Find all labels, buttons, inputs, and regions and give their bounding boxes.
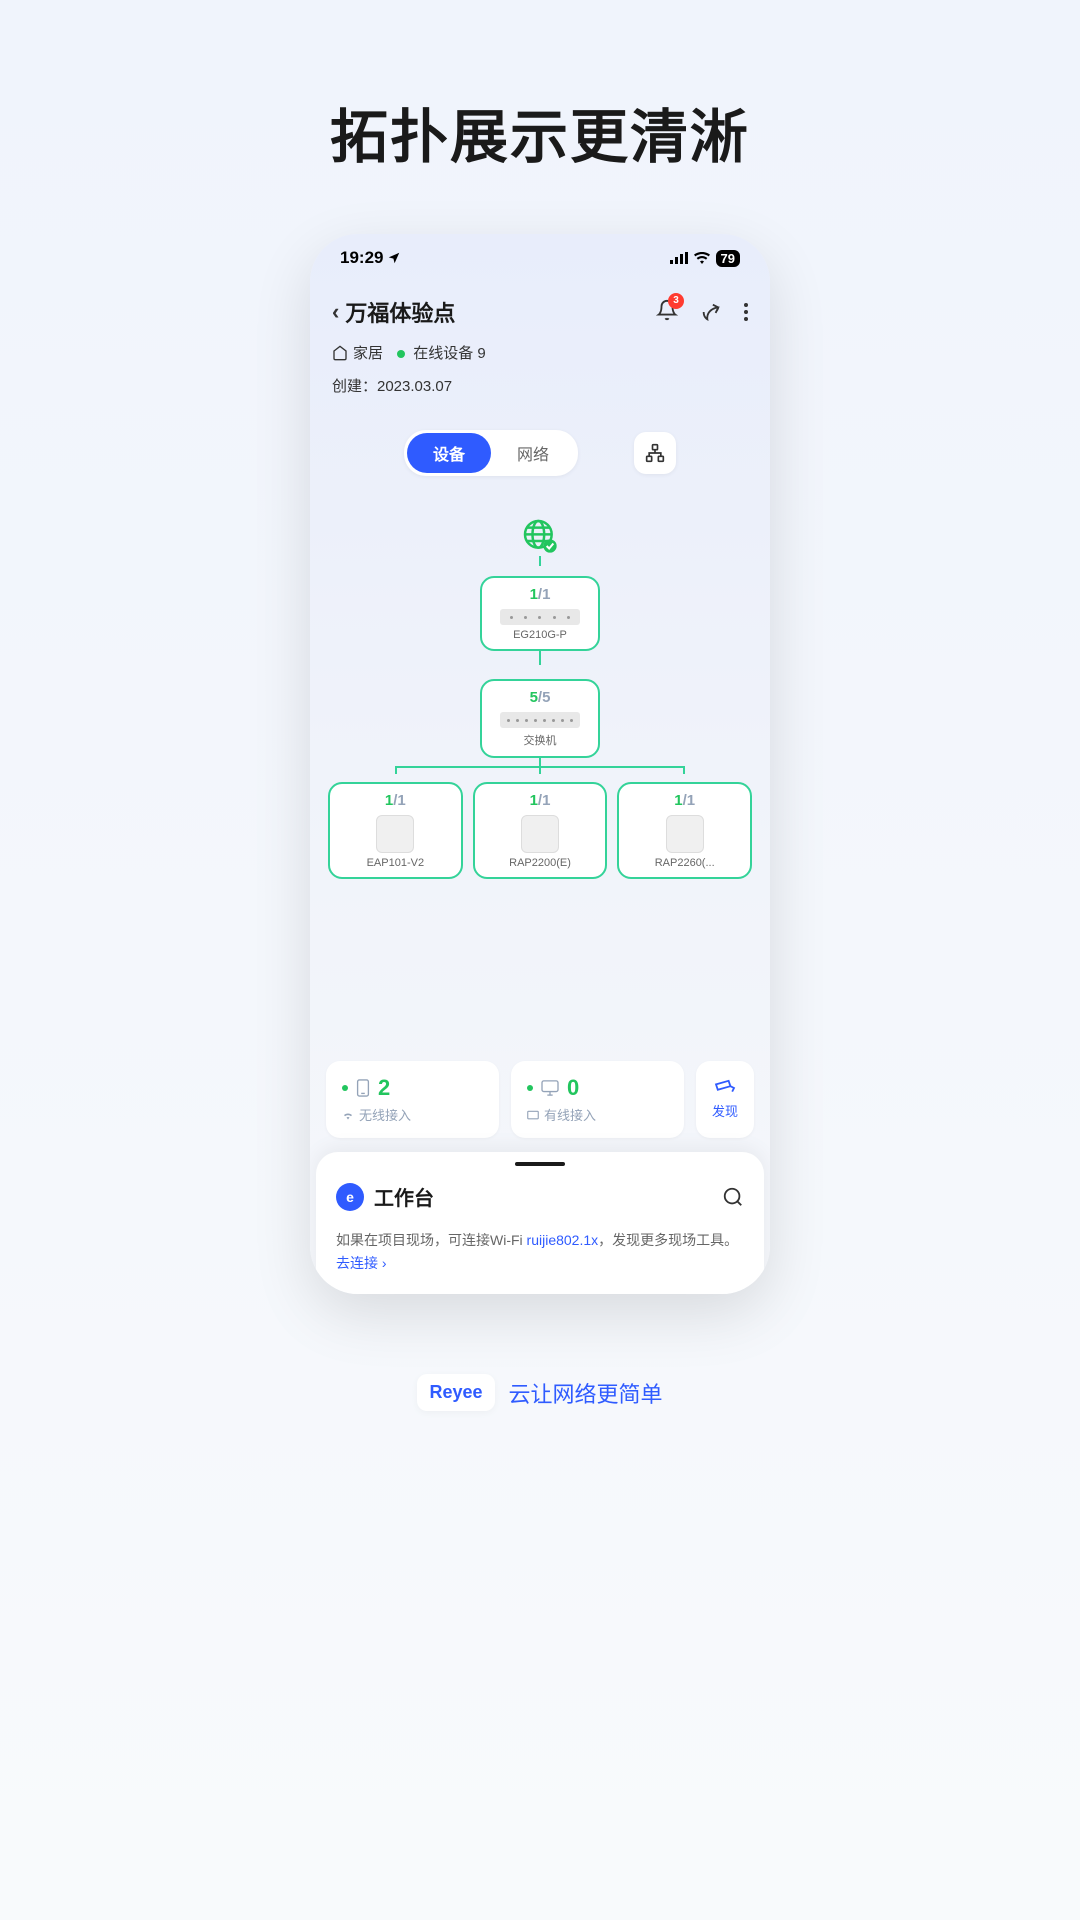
ap0-device-icon: [376, 815, 414, 853]
tip-wifi: ruijie802.1x: [527, 1232, 599, 1248]
switch-label: 交换机: [488, 732, 592, 748]
share-icon[interactable]: [700, 301, 722, 323]
switch-device-icon: [500, 712, 580, 728]
topology-view-button[interactable]: [634, 432, 676, 474]
ap1-total: /1: [538, 792, 551, 809]
connect-link[interactable]: 去连接 ›: [336, 1255, 387, 1271]
tip-suffix: ，发现更多现场工具。: [598, 1232, 738, 1248]
internet-icon: [520, 516, 560, 556]
notification-button[interactable]: 3: [656, 299, 678, 326]
category-label: 家居: [353, 342, 383, 363]
more-button[interactable]: [744, 303, 748, 321]
switch-node[interactable]: 5/5 交换机: [480, 679, 600, 758]
search-icon[interactable]: [722, 1186, 744, 1208]
online-devices-label: 在线设备 9: [413, 345, 486, 362]
switch-online: 5: [530, 689, 538, 706]
ap-node-1[interactable]: 1/1 RAP2200(E): [473, 782, 608, 879]
topology-icon: [645, 443, 665, 463]
tab-network[interactable]: 网络: [491, 433, 575, 473]
gateway-node[interactable]: 1/1 EG210G-P: [480, 576, 600, 651]
header-title: 万福体验点: [345, 296, 455, 328]
bottom-sheet[interactable]: e 工作台 如果在项目现场，可连接Wi-Fi ruijie802.1x，发现更多…: [316, 1152, 764, 1294]
phone-frame: 19:29 79 ‹ 万福体验点 3: [310, 234, 770, 1294]
wireless-stat-card[interactable]: 2 无线接入: [326, 1061, 499, 1138]
chevron-left-icon: ‹: [332, 299, 339, 325]
phone-icon: [356, 1079, 370, 1097]
wired-stat-card[interactable]: 0 有线接入: [511, 1061, 684, 1138]
sheet-handle[interactable]: [515, 1162, 565, 1166]
ap0-online: 1: [385, 792, 393, 809]
status-time: 19:29: [340, 248, 383, 268]
wired-label: 有线接入: [544, 1105, 596, 1124]
sheet-tip: 如果在项目现场，可连接Wi-Fi ruijie802.1x，发现更多现场工具。 …: [336, 1229, 744, 1274]
brand-slogan: 云让网络更简单: [509, 1377, 663, 1409]
discover-label: 发现: [712, 1101, 738, 1120]
ap-node-2[interactable]: 1/1 RAP2260(...: [617, 782, 752, 879]
topology-view: 1/1 EG210G-P 5/5 交换机 1/1 EAP101-V2 1/1: [310, 476, 770, 1061]
notification-badge: 3: [668, 293, 684, 309]
category-tag: 家居: [332, 342, 383, 363]
tip-prefix: 如果在项目现场，可连接Wi-Fi: [336, 1232, 527, 1248]
status-bar: 19:29 79: [310, 234, 770, 278]
ap2-device-icon: [666, 815, 704, 853]
wired-count: 0: [567, 1075, 579, 1101]
ap0-label: EAP101-V2: [336, 857, 455, 869]
ap2-label: RAP2260(...: [625, 857, 744, 869]
monitor-icon: [541, 1080, 559, 1096]
location-arrow-icon: [387, 251, 401, 265]
online-dot-icon: [397, 350, 405, 358]
brand-logo: Reyee: [417, 1374, 494, 1411]
wireless-count: 2: [378, 1075, 390, 1101]
wifi-small-icon: [342, 1110, 354, 1120]
online-devices: 在线设备 9: [397, 342, 486, 363]
wifi-icon: [694, 252, 710, 264]
discover-button[interactable]: 发现: [696, 1061, 754, 1138]
home-icon: [332, 345, 348, 361]
ap2-total: /1: [683, 792, 696, 809]
ap2-online: 1: [674, 792, 682, 809]
ethernet-icon: [527, 1110, 539, 1120]
sheet-title: 工作台: [374, 1182, 434, 1211]
workbench-logo-icon: e: [336, 1183, 364, 1211]
gateway-total: /1: [538, 586, 551, 603]
page-title: 拓扑展示更清淅: [330, 90, 750, 174]
tab-device[interactable]: 设备: [407, 433, 491, 473]
back-button[interactable]: ‹ 万福体验点: [332, 296, 455, 328]
signal-icon: [670, 252, 688, 264]
status-dot-icon: [527, 1085, 533, 1091]
created-date: 创建：2023.03.07: [332, 375, 748, 396]
ap1-online: 1: [530, 792, 538, 809]
ap0-total: /1: [393, 792, 406, 809]
ap-node-0[interactable]: 1/1 EAP101-V2: [328, 782, 463, 879]
status-dot-icon: [342, 1085, 348, 1091]
footer: Reyee 云让网络更简单: [417, 1374, 662, 1411]
header: ‹ 万福体验点 3 家居 在线设备 9 创建：2023.03.07: [310, 278, 770, 406]
gateway-online: 1: [530, 586, 538, 603]
camera-icon: [714, 1079, 736, 1097]
tab-group: 设备 网络: [404, 430, 578, 476]
ap1-device-icon: [521, 815, 559, 853]
gateway-label: EG210G-P: [488, 629, 592, 641]
switch-total: /5: [538, 689, 551, 706]
wireless-label: 无线接入: [359, 1105, 411, 1124]
gateway-device-icon: [500, 609, 580, 625]
battery-indicator: 79: [716, 250, 740, 267]
